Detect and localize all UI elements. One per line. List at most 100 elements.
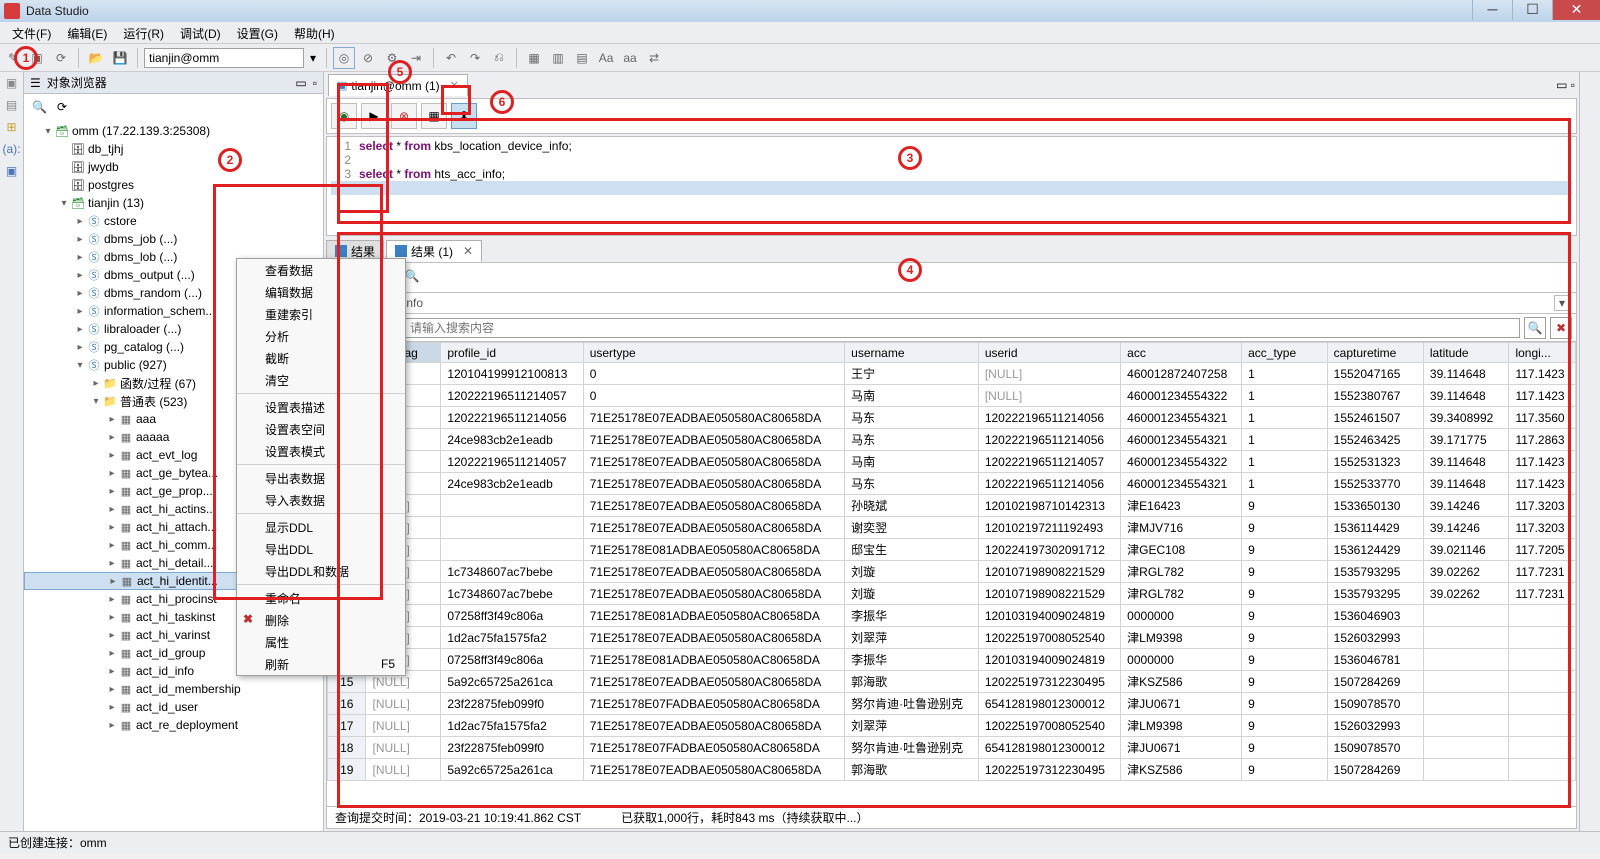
toolbar-icon[interactable]: ⊘ (357, 47, 379, 69)
toolbar-icon[interactable]: ⚙ (381, 47, 403, 69)
run-button[interactable]: ◉ (331, 103, 357, 129)
maximize-button[interactable]: ☐ (1512, 0, 1552, 20)
context-menu-item[interactable]: 导入表数据 (237, 489, 405, 511)
dock-icon[interactable]: ⊞ (3, 120, 21, 138)
menu-item[interactable]: 帮助(H) (286, 22, 343, 43)
result-search-row: 内容 🔍 ✖ (326, 314, 1577, 342)
tree-item[interactable]: ▾omm (17.22.139.3:25308) (24, 122, 323, 140)
dock-icon[interactable]: ▤ (3, 98, 21, 116)
editor-tab-label: tianjin@omm (1) (351, 79, 439, 93)
object-explorer: ☰ 对象浏览器 ▭ ▫ 🔍 ⟳ ▾omm (17.22.139.3:25308)… (24, 72, 324, 831)
app-icon (4, 3, 20, 19)
menu-item[interactable]: 设置(G) (229, 22, 286, 43)
toolbar-icon[interactable]: Aa (595, 47, 617, 69)
toolbar-icon[interactable]: ↶ (440, 47, 462, 69)
toolbar-icon[interactable]: ▥ (547, 47, 569, 69)
toolbar-icon[interactable]: ⎌ (488, 47, 510, 69)
context-menu-item[interactable]: 查看数据 (237, 259, 405, 281)
result-icon (335, 245, 347, 257)
editor-area: ▣ tianjin@omm (1) ✕ ▭ ▫ ◉ ▶ ⊗ ▦ ⬇ 1selec… (324, 72, 1580, 831)
refresh-icon[interactable]: ⟳ (57, 100, 67, 114)
tree-item[interactable]: db_tjhj (24, 140, 323, 158)
tree-item[interactable]: ▸act_id_user (24, 698, 323, 716)
status-text: 已创建连接：omm (8, 834, 107, 851)
results-toolbar: ⬇ ▣ SQL 🔍 (326, 262, 1577, 292)
menu-item[interactable]: 文件(F) (4, 22, 59, 43)
context-menu-item[interactable]: 导出DDL (237, 538, 405, 560)
context-menu-item[interactable]: 导出表数据 (237, 467, 405, 489)
tree-item[interactable]: ▾tianjin (13) (24, 194, 323, 212)
explain-button[interactable]: ▦ (421, 103, 447, 129)
dock-icon[interactable]: (a): (3, 142, 21, 160)
context-menu-item[interactable]: 清空 (237, 369, 405, 391)
new-connection-icon[interactable]: ✎ (2, 47, 24, 69)
open-icon[interactable]: 📂 (85, 47, 107, 69)
search-input[interactable] (405, 318, 1520, 338)
close-tab-icon[interactable]: ✕ (450, 79, 459, 92)
context-menu-item[interactable]: 属性 (237, 631, 405, 653)
close-panel-icon[interactable]: ▫ (313, 76, 317, 90)
close-tab-icon[interactable]: ✕ (463, 244, 473, 258)
main-toolbar: ✎ ▣ ⟳ 📂 💾 ▾ ◎ ⊘ ⚙ ⇥ ↶ ↷ ⎌ ▦ ▥ ▤ Aa aa ⇄ (0, 44, 1600, 72)
editor-toolbar: ◉ ▶ ⊗ ▦ ⬇ (326, 98, 1577, 134)
stop-button[interactable]: ⊗ (391, 103, 417, 129)
dock-icon[interactable]: ▣ (3, 164, 21, 182)
query-submit-time: 查询提交时间：2019-03-21 10:19:41.862 CST (335, 809, 581, 826)
window-title: Data Studio (26, 4, 89, 18)
tree-item[interactable]: ▸dbms_job (...) (24, 230, 323, 248)
tree-item[interactable]: jwydb (24, 158, 323, 176)
clear-search-button[interactable]: ✖ (1550, 317, 1572, 339)
context-menu-item[interactable]: 显示DDL (237, 516, 405, 538)
save-icon[interactable]: 💾 (109, 47, 131, 69)
context-menu-item[interactable]: 设置表模式 (237, 440, 405, 462)
tree-item[interactable]: postgres (24, 176, 323, 194)
context-menu-item[interactable]: 重命名 (237, 587, 405, 609)
sql-editor[interactable]: 1select * from kbs_location_device_info;… (326, 136, 1577, 236)
run-new-button[interactable]: ▶ (361, 103, 387, 129)
search-button[interactable]: 🔍 (1524, 317, 1546, 339)
context-menu-item[interactable]: 截断 (237, 347, 405, 369)
dock-icon[interactable]: ▣ (3, 76, 21, 94)
tree-item[interactable]: ▸cstore (24, 212, 323, 230)
context-menu-item[interactable]: 设置表空间 (237, 418, 405, 440)
context-menu-item[interactable]: ✖删除 (237, 609, 405, 631)
context-menu-item[interactable]: 导出DDL和数据 (237, 560, 405, 582)
menu-item[interactable]: 调试(D) (172, 22, 229, 43)
context-menu-item[interactable]: 刷新F5 (237, 653, 405, 675)
toolbar-icon[interactable]: ↷ (464, 47, 486, 69)
context-menu-item[interactable]: 分析 (237, 325, 405, 347)
sql-file-icon: ▣ (337, 79, 347, 92)
toolbar-icon[interactable]: ▦ (523, 47, 545, 69)
toolbar-icon[interactable]: ▤ (571, 47, 593, 69)
close-button[interactable]: ✕ (1552, 0, 1600, 20)
menu-item[interactable]: 运行(R) (115, 22, 172, 43)
titlebar: Data Studio ─ ☐ ✕ (0, 0, 1600, 22)
panel-controls[interactable]: ▭ ▫ (1552, 74, 1579, 96)
result-grid[interactable]: warnflagprofile_idusertypeusernameuserid… (326, 342, 1577, 807)
menu-item[interactable]: 编辑(E) (59, 22, 115, 43)
menu-icon[interactable]: ☰ (30, 76, 41, 90)
results-panel: 结果 结果 (1) ✕ ⬇ ▣ SQL 🔍 rom hts_acc_info ▾… (326, 238, 1577, 829)
editor-tab[interactable]: ▣ tianjin@omm (1) ✕ (328, 74, 468, 96)
table-context-menu[interactable]: 查看数据编辑数据重建索引分析截断清空设置表描述设置表空间设置表模式导出表数据导入… (236, 258, 406, 676)
result-icon (395, 245, 407, 257)
expand-icon[interactable]: ▾ (1554, 295, 1570, 311)
search-icon[interactable]: 🔍 (32, 100, 47, 114)
minimize-panel-icon[interactable]: ▭ (295, 76, 306, 90)
toolbar-icon[interactable]: ⟳ (50, 47, 72, 69)
minimize-button[interactable]: ─ (1472, 0, 1512, 20)
connection-select[interactable] (144, 48, 304, 68)
toolbar-icon[interactable]: ▣ (26, 47, 48, 69)
context-menu-item[interactable]: 重建索引 (237, 303, 405, 325)
context-menu-item[interactable]: 设置表描述 (237, 396, 405, 418)
result-status: 查询提交时间：2019-03-21 10:19:41.862 CST 已获取1,… (326, 807, 1577, 829)
context-menu-item[interactable]: 编辑数据 (237, 281, 405, 303)
export-button[interactable]: ⬇ (451, 103, 477, 129)
toolbar-icon[interactable]: ⇥ (405, 47, 427, 69)
toolbar-icon[interactable]: aa (619, 47, 641, 69)
tree-item[interactable]: ▸act_id_membership (24, 680, 323, 698)
fetch-status: 已获取1,000行，耗时843 ms（持续获取中...） (621, 809, 868, 826)
toolbar-icon[interactable]: ⇄ (643, 47, 665, 69)
toolbar-icon[interactable]: ◎ (333, 47, 355, 69)
tree-item[interactable]: ▸act_re_deployment (24, 716, 323, 734)
